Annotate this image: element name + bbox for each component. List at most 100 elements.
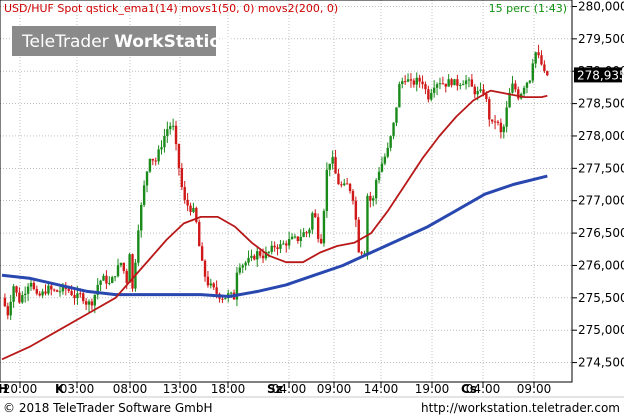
candle-down — [540, 55, 543, 65]
candle-up — [325, 169, 329, 212]
chart-period-label: 15 perc (1:43) — [489, 2, 567, 15]
candle-down — [517, 89, 520, 99]
candle-down — [122, 262, 126, 271]
candle-up — [322, 211, 326, 244]
candle-down — [50, 285, 53, 290]
candle-down — [421, 81, 424, 85]
candle-up — [169, 126, 172, 130]
candle-up — [459, 84, 462, 86]
candle-up — [140, 204, 143, 231]
footer-url[interactable]: http://workstation.teletrader.com — [421, 401, 620, 415]
candle-up — [160, 147, 163, 150]
candle-up — [238, 267, 242, 273]
candle-up — [401, 81, 404, 85]
y-tick-label: 277,5000 — [578, 161, 624, 175]
candle-down — [131, 254, 134, 289]
last-price-marker: 278,9350 — [574, 67, 624, 83]
candle-down — [38, 293, 41, 296]
candle-down — [354, 200, 358, 220]
candle-down — [79, 293, 82, 295]
candle-up — [366, 195, 369, 254]
chart-window: 280,0000279,5000279,0000278,5000278,0000… — [0, 0, 624, 416]
candle-up — [267, 251, 271, 253]
candle-up — [76, 293, 79, 299]
candle-down — [369, 195, 372, 201]
price-chart[interactable]: 280,0000279,5000279,0000278,5000278,0000… — [0, 0, 624, 416]
candle-down — [546, 71, 549, 76]
candle-down — [427, 89, 430, 100]
candle-down — [70, 290, 73, 296]
candle-up — [256, 251, 259, 260]
candle-down — [441, 83, 445, 85]
candle-up — [377, 171, 381, 181]
y-tick-label: 279,5000 — [578, 32, 624, 46]
candle-up — [464, 80, 468, 85]
candle-down — [261, 255, 265, 259]
candle-up — [476, 91, 479, 95]
candle-up — [389, 136, 392, 148]
x-tick-label: 19:00 — [415, 382, 450, 396]
candle-up — [461, 84, 465, 86]
candle-down — [84, 301, 88, 305]
x-tick-label: 08:00 — [113, 382, 148, 396]
candle-up — [502, 126, 505, 133]
candle-up — [241, 265, 244, 268]
candle-up — [24, 293, 27, 296]
y-tick-label: 278,5000 — [578, 97, 624, 111]
candle-down — [189, 205, 192, 212]
candle-up — [102, 275, 105, 281]
candle-up — [270, 245, 273, 252]
candle-down — [125, 270, 128, 283]
x-tick-label: 03:00 — [60, 382, 95, 396]
candle-down — [424, 84, 427, 90]
candle-down — [82, 293, 85, 302]
candle-down — [3, 297, 7, 307]
candle-down — [470, 79, 474, 87]
candle-down — [409, 79, 413, 81]
candle-up — [145, 171, 149, 186]
candle-down — [32, 282, 36, 290]
candle-up — [528, 80, 532, 83]
candle-down — [305, 232, 308, 234]
candle-up — [229, 292, 233, 294]
candle-up — [386, 147, 389, 157]
candle-up — [9, 301, 12, 316]
y-tick-label: 277,0000 — [578, 194, 624, 208]
candle-up — [171, 125, 175, 127]
candle-down — [215, 287, 218, 294]
candle-down — [360, 252, 363, 254]
candle-up — [415, 77, 418, 85]
candle-up — [380, 163, 384, 172]
candle-down — [348, 183, 352, 191]
candle-down — [334, 157, 337, 174]
candle-down — [206, 276, 210, 286]
candle-up — [116, 265, 120, 277]
candle-up — [99, 280, 102, 285]
candle-up — [293, 236, 297, 238]
footer-copyright: © 2018 TeleTrader Software GmbH — [3, 401, 213, 415]
candle-down — [174, 125, 178, 145]
candle-up — [41, 291, 44, 296]
candle-up — [247, 257, 250, 263]
candle-down — [285, 243, 288, 246]
candle-up — [392, 122, 395, 137]
candle-up — [163, 136, 166, 148]
candle-down — [444, 83, 447, 87]
candle-down — [18, 292, 21, 303]
x-tick-label: 04:00 — [466, 382, 501, 396]
candle-up — [87, 301, 91, 305]
candle-up — [467, 79, 471, 81]
candle-up — [372, 198, 375, 201]
candle-down — [543, 64, 546, 72]
candle-up — [479, 89, 482, 92]
brand-watermark-text: TeleTrader WorkStation — [21, 32, 233, 52]
y-tick-label: 275,0000 — [578, 323, 624, 337]
candle-down — [456, 79, 459, 86]
candle-up — [534, 52, 537, 64]
candle-down — [485, 93, 488, 100]
x-tick-label: 04:00 — [272, 382, 307, 396]
candle-up — [343, 183, 346, 186]
candle-up — [93, 294, 97, 306]
candle-up — [21, 295, 24, 303]
candle-up — [29, 282, 33, 287]
